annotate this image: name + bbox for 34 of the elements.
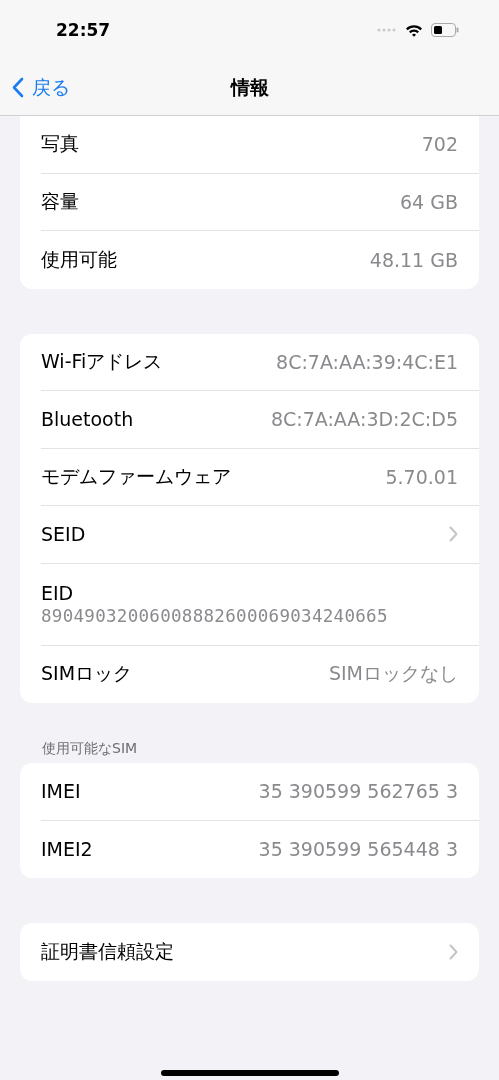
wifi-icon: [405, 23, 423, 37]
row-label: 容量: [41, 188, 79, 214]
status-time: 22:57: [56, 20, 111, 40]
row-value: 702: [421, 133, 458, 156]
row-value: 5.70.01: [385, 465, 458, 488]
disclosure-row[interactable]: SEID: [41, 506, 479, 564]
row-label: Wi-Fiアドレス: [41, 348, 163, 374]
chevron-icon: [449, 943, 458, 960]
row-label: SEID: [41, 523, 86, 546]
row-label: モデムファームウェア: [41, 463, 231, 489]
signal-icon: [377, 28, 397, 32]
row-label: Bluetooth: [41, 408, 134, 431]
row-label: SIMロック: [41, 661, 133, 687]
chevron-icon: [449, 526, 458, 543]
row-label: 証明書信頼設定: [41, 938, 174, 964]
row-label: IMEI2: [41, 838, 93, 861]
row-value: 35 390599 562765 3: [258, 780, 458, 803]
row-value: 89049032006008882600069034240665: [41, 606, 388, 626]
nav-title: 情報: [230, 74, 269, 100]
row-value: 35 390599 565448 3: [258, 838, 458, 861]
row-label: EID: [41, 582, 74, 604]
back-button[interactable]: 戻る: [0, 74, 70, 101]
back-chevron-icon: [12, 77, 24, 98]
battery-icon: [431, 23, 459, 37]
row-value: SIMロックなし: [328, 661, 458, 687]
row-label: IMEI: [41, 780, 81, 803]
row-value: 8C:7A:AA:3D:2C:D5: [270, 408, 458, 431]
row-label: 使用可能: [41, 246, 117, 272]
row-value: 8C:7A:AA:39:4C:E1: [276, 350, 458, 373]
row-value: 64 GB: [400, 190, 458, 213]
row-value: 48.11 GB: [369, 248, 458, 271]
section-header: 使用可能なSIM: [41, 743, 139, 758]
row-label: 写真: [41, 131, 79, 157]
disclosure-row[interactable]: 証明書信頼設定: [41, 923, 479, 981]
